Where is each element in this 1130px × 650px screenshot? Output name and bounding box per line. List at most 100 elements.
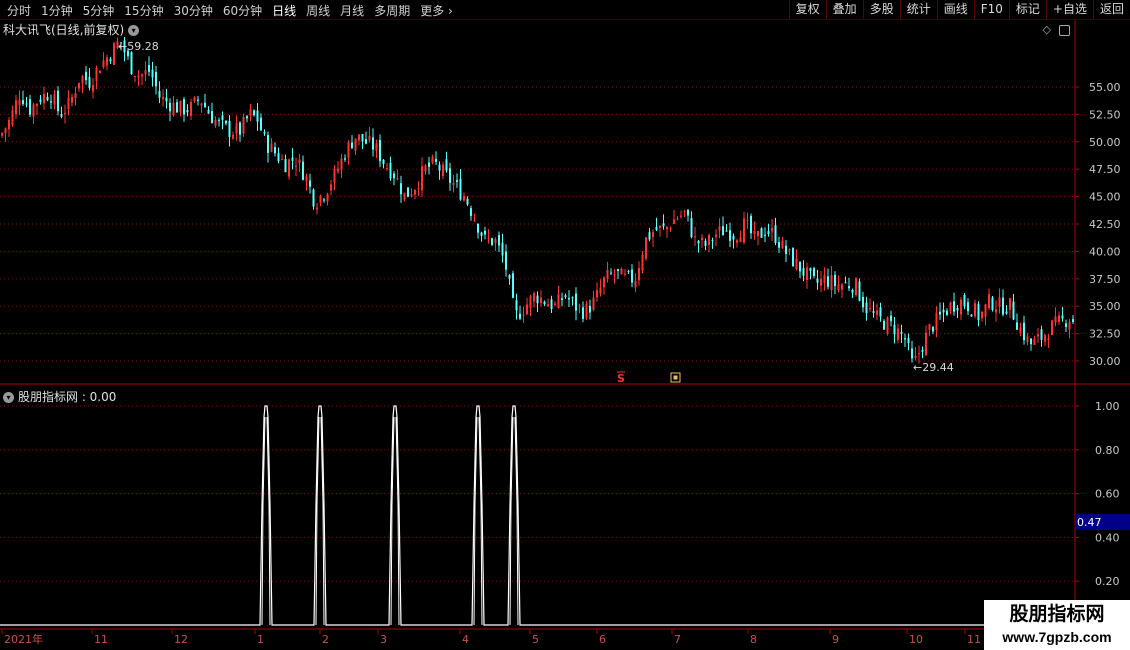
candle-body: [547, 304, 549, 307]
candle-body: [739, 237, 742, 243]
candle-body: [963, 295, 966, 307]
candle-body: [830, 275, 833, 291]
candle-body: [137, 75, 140, 78]
candle-body: [743, 218, 745, 243]
x-tick-label: 10: [909, 633, 923, 646]
candle-body: [596, 290, 598, 298]
candle-body: [526, 304, 528, 315]
candle-body: [879, 307, 882, 317]
candlestick-chart[interactable]: 55.00 52.50 50.00 47.50 45.00 42.50 40.00 37.50…: [0, 0, 1130, 650]
diamond-icon[interactable]: ◇: [1043, 23, 1051, 36]
high-price-label: ←59.28: [118, 40, 159, 53]
candle-body: [176, 102, 178, 113]
candle-body: [316, 207, 318, 210]
candle-body: [729, 230, 731, 241]
candle-body: [15, 100, 17, 115]
candle-body: [1068, 321, 1071, 330]
candle-body: [428, 162, 430, 167]
candle-body: [599, 287, 602, 294]
candle-body: [25, 103, 28, 105]
candle-body: [375, 143, 378, 151]
candle-body: [571, 297, 574, 299]
candle-body: [757, 231, 759, 237]
candle-body: [361, 134, 364, 142]
candle-body: [911, 348, 913, 359]
candle-body: [106, 57, 108, 66]
candle-body: [302, 161, 304, 180]
candle-body: [134, 76, 136, 78]
candle-body: [207, 109, 210, 114]
candle-body: [473, 220, 476, 222]
candle-body: [1019, 327, 1022, 334]
candle-body: [680, 215, 682, 217]
candle-body: [386, 168, 388, 170]
candle-body: [687, 209, 689, 216]
candle-body: [690, 218, 693, 238]
candle-body: [8, 119, 10, 130]
candle-body: [620, 268, 623, 275]
candle-body: [946, 310, 948, 315]
candle-body: [36, 103, 38, 106]
candle-body: [57, 90, 59, 112]
candle-body: [501, 242, 504, 256]
candle-body: [592, 297, 595, 310]
candle-body: [463, 196, 465, 201]
candle-body: [925, 332, 927, 356]
candle-body: [298, 159, 301, 163]
candle-body: [214, 119, 217, 126]
indicator-y-label: 0.20: [1095, 575, 1120, 588]
candle-body: [246, 116, 248, 119]
candle-body: [67, 97, 70, 109]
candle-body: [785, 245, 787, 254]
chevron-down-icon[interactable]: ▾: [3, 392, 14, 403]
candle-body: [393, 173, 395, 179]
candle-body: [991, 297, 994, 310]
candle-body: [1058, 315, 1060, 323]
window-toggle-icon[interactable]: [1059, 25, 1070, 36]
candle-body: [823, 275, 826, 284]
candle-body: [39, 99, 42, 103]
candle-body: [1037, 334, 1039, 337]
candle-body: [218, 119, 220, 121]
candle-body: [708, 234, 710, 245]
candle-body: [43, 93, 45, 104]
candle-body: [242, 116, 245, 134]
indicator-y-label: 0.60: [1095, 488, 1120, 501]
candle-body: [344, 158, 346, 160]
candle-body: [11, 110, 14, 125]
stock-title: 科大讯飞(日线,前复权): [3, 23, 125, 37]
candle-body: [701, 237, 703, 241]
candle-body: [1023, 322, 1025, 341]
y-tick-label: 47.50: [1089, 163, 1121, 176]
watermark-logo: 股朋指标网 www.7gpzb.com: [984, 600, 1130, 650]
candle-body: [1026, 336, 1029, 343]
current-value-label: 0.47: [1077, 516, 1102, 529]
candle-body: [589, 305, 591, 313]
candle-body: [841, 284, 843, 290]
candle-body: [372, 137, 374, 150]
candle-body: [711, 240, 714, 242]
indicator-pulse-line: [0, 405, 1075, 626]
candle-body: [543, 301, 546, 305]
candle-body: [662, 223, 665, 227]
candle-body: [162, 96, 164, 99]
candle-body: [1072, 319, 1074, 322]
candle-body: [1033, 338, 1036, 345]
chevron-down-icon[interactable]: ▾: [128, 25, 140, 36]
candle-body: [858, 281, 861, 301]
candle-body: [725, 230, 728, 232]
signal-s-marker: S: [617, 372, 625, 385]
candle-body: [1061, 315, 1064, 319]
candle-body: [918, 353, 920, 355]
y-tick-label: 52.50: [1089, 108, 1121, 121]
candle-body: [512, 273, 514, 298]
candle-body: [732, 235, 735, 240]
x-tick-label: 8: [750, 633, 757, 646]
candle-body: [634, 280, 637, 288]
candle-body: [561, 298, 563, 300]
candle-body: [274, 147, 276, 154]
candle-body: [389, 162, 392, 179]
candle-body: [715, 234, 717, 237]
candle-body: [309, 180, 311, 187]
candle-body: [1054, 316, 1057, 323]
